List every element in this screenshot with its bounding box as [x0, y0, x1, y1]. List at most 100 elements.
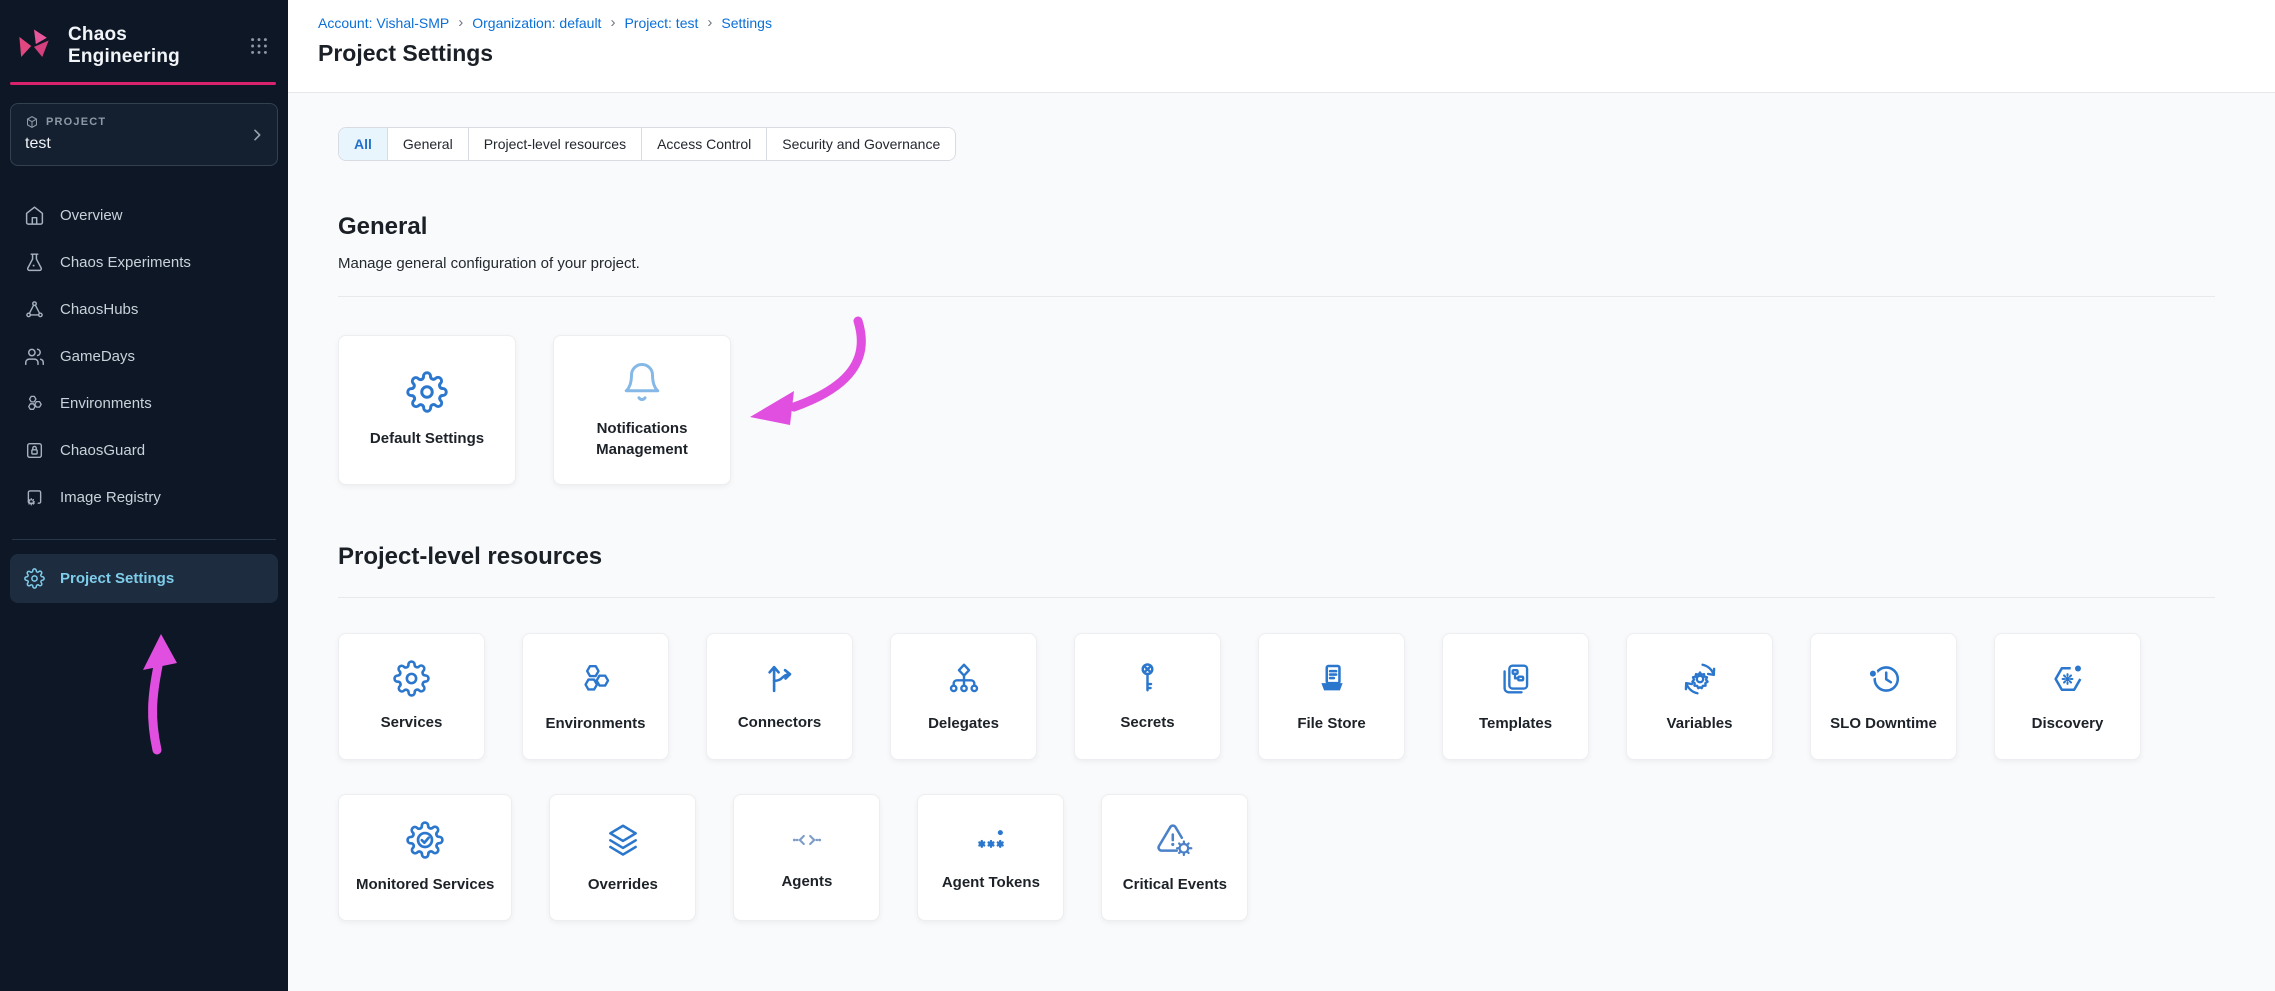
hexagons-icon: [577, 660, 615, 698]
card-label: Connectors: [738, 712, 821, 733]
flask-icon: [24, 252, 45, 273]
tab-access-control[interactable]: Access Control: [642, 128, 767, 160]
discovery-hexagon-icon: [2049, 660, 2087, 698]
sidebar-divider: [12, 539, 276, 540]
sidebar: Chaos Engineering PROJECT test Overview …: [0, 0, 288, 991]
page-title: Project Settings: [318, 40, 2245, 67]
card-label: Templates: [1479, 713, 1552, 734]
chevron-right-icon: [249, 127, 265, 143]
chaos-engineering-app: Chaos Engineering PROJECT test Overview …: [0, 0, 2275, 991]
card-label: Environments: [545, 713, 645, 734]
sidebar-item-label: ChaosHubs: [60, 301, 138, 318]
card-label: Secrets: [1120, 712, 1174, 733]
breadcrumb-account[interactable]: Account: Vishal-SMP: [318, 15, 449, 31]
sidebar-item-chaoshubs[interactable]: ChaosHubs: [0, 286, 288, 333]
card-label: Variables: [1667, 713, 1733, 734]
sidebar-nav: Overview Chaos Experiments ChaosHubs Gam…: [0, 192, 288, 603]
card-variables[interactable]: Variables: [1626, 633, 1773, 760]
page-header: Account: Vishal-SMP › Organization: defa…: [288, 0, 2275, 93]
tab-all[interactable]: All: [339, 128, 388, 160]
gear-icon: [24, 568, 45, 589]
annotation-arrow-up: [126, 626, 194, 758]
tab-project-level-resources[interactable]: Project-level resources: [469, 128, 642, 160]
sidebar-item-image-registry[interactable]: Image Registry: [0, 474, 288, 521]
project-label-row: PROJECT: [25, 115, 263, 129]
card-secrets[interactable]: Secrets: [1074, 633, 1221, 760]
templates-icon: [1497, 660, 1535, 698]
card-file-store[interactable]: File Store: [1258, 633, 1405, 760]
breadcrumb-separator: ›: [707, 14, 712, 31]
card-monitored-services[interactable]: Monitored Services: [338, 794, 512, 921]
sidebar-item-environments[interactable]: Environments: [0, 380, 288, 427]
users-icon: [24, 346, 45, 367]
sidebar-item-label: Image Registry: [60, 489, 161, 506]
breadcrumb-settings[interactable]: Settings: [721, 15, 772, 31]
card-label: Critical Events: [1123, 874, 1227, 895]
registry-icon: [24, 487, 45, 508]
shield-lock-icon: [24, 440, 45, 461]
sidebar-item-label: Project Settings: [60, 570, 174, 587]
breadcrumb: Account: Vishal-SMP › Organization: defa…: [318, 14, 2245, 31]
hierarchy-icon: [945, 660, 983, 698]
card-overrides[interactable]: Overrides: [549, 794, 696, 921]
card-label: Discovery: [2032, 713, 2104, 734]
card-label: Notifications Management: [572, 418, 712, 460]
card-label: Services: [381, 712, 443, 733]
settings-tabs: All General Project-level resources Acce…: [338, 127, 956, 161]
gear-refresh-icon: [1681, 660, 1719, 698]
card-delegates[interactable]: Delegates: [890, 633, 1037, 760]
key-icon: [1129, 660, 1166, 697]
card-services[interactable]: Services: [338, 633, 485, 760]
card-templates[interactable]: Templates: [1442, 633, 1589, 760]
card-slo-downtime[interactable]: SLO Downtime: [1810, 633, 1957, 760]
bell-icon: [621, 361, 663, 403]
tab-security-and-governance[interactable]: Security and Governance: [767, 128, 955, 160]
card-critical-events[interactable]: Critical Events: [1101, 794, 1248, 921]
sidebar-item-label: Overview: [60, 207, 123, 224]
app-grid-icon[interactable]: [248, 35, 270, 57]
sidebar-item-label: Chaos Experiments: [60, 254, 191, 271]
card-label: Default Settings: [370, 428, 484, 449]
sidebar-item-chaosguard[interactable]: ChaosGuard: [0, 427, 288, 474]
breadcrumb-separator: ›: [458, 14, 463, 31]
home-icon: [24, 205, 45, 226]
resources-cards-row-1: Services Environments Connectors Delegat…: [338, 633, 2215, 760]
card-environments[interactable]: Environments: [522, 633, 669, 760]
card-agents[interactable]: Agents: [733, 794, 880, 921]
sidebar-item-label: Environments: [60, 395, 152, 412]
sidebar-item-overview[interactable]: Overview: [0, 192, 288, 239]
resources-cards-row-2: Monitored Services Overrides Agents Agen…: [338, 794, 2215, 921]
services-gear-icon: [393, 660, 430, 697]
tab-general[interactable]: General: [388, 128, 469, 160]
card-label: Monitored Services: [356, 874, 494, 895]
card-label: File Store: [1297, 713, 1365, 734]
code-brackets-icon: [791, 824, 823, 856]
card-notifications-management[interactable]: Notifications Management: [553, 335, 731, 485]
sidebar-item-project-settings[interactable]: Project Settings: [10, 554, 278, 603]
gear-icon: [406, 371, 448, 413]
card-default-settings[interactable]: Default Settings: [338, 335, 516, 485]
resources-section-title: Project-level resources: [338, 543, 2215, 571]
breadcrumb-organization[interactable]: Organization: default: [472, 15, 601, 31]
card-agent-tokens[interactable]: Agent Tokens: [917, 794, 1064, 921]
branch-arrows-icon: [761, 660, 798, 697]
card-label: Agent Tokens: [942, 872, 1040, 893]
breadcrumb-project[interactable]: Project: test: [624, 15, 698, 31]
sidebar-item-chaos-experiments[interactable]: Chaos Experiments: [0, 239, 288, 286]
project-selector[interactable]: PROJECT test: [10, 103, 278, 166]
section-divider: [338, 296, 2215, 297]
general-section-description: Manage general configuration of your pro…: [338, 255, 2215, 272]
main-area: Account: Vishal-SMP › Organization: defa…: [288, 0, 2275, 991]
breadcrumb-separator: ›: [610, 14, 615, 31]
sidebar-item-label: GameDays: [60, 348, 135, 365]
brand-underline: [10, 82, 276, 85]
sidebar-item-gamedays[interactable]: GameDays: [0, 333, 288, 380]
file-store-icon: [1313, 660, 1351, 698]
card-label: Overrides: [588, 874, 658, 895]
chaos-engineering-logo: [12, 24, 56, 68]
sidebar-item-label: ChaosGuard: [60, 442, 145, 459]
card-connectors[interactable]: Connectors: [706, 633, 853, 760]
card-discovery[interactable]: Discovery: [1994, 633, 2141, 760]
resources-section: Project-level resources Services Environ…: [338, 543, 2215, 921]
general-cards: Default Settings Notifications Managemen…: [338, 335, 2215, 485]
